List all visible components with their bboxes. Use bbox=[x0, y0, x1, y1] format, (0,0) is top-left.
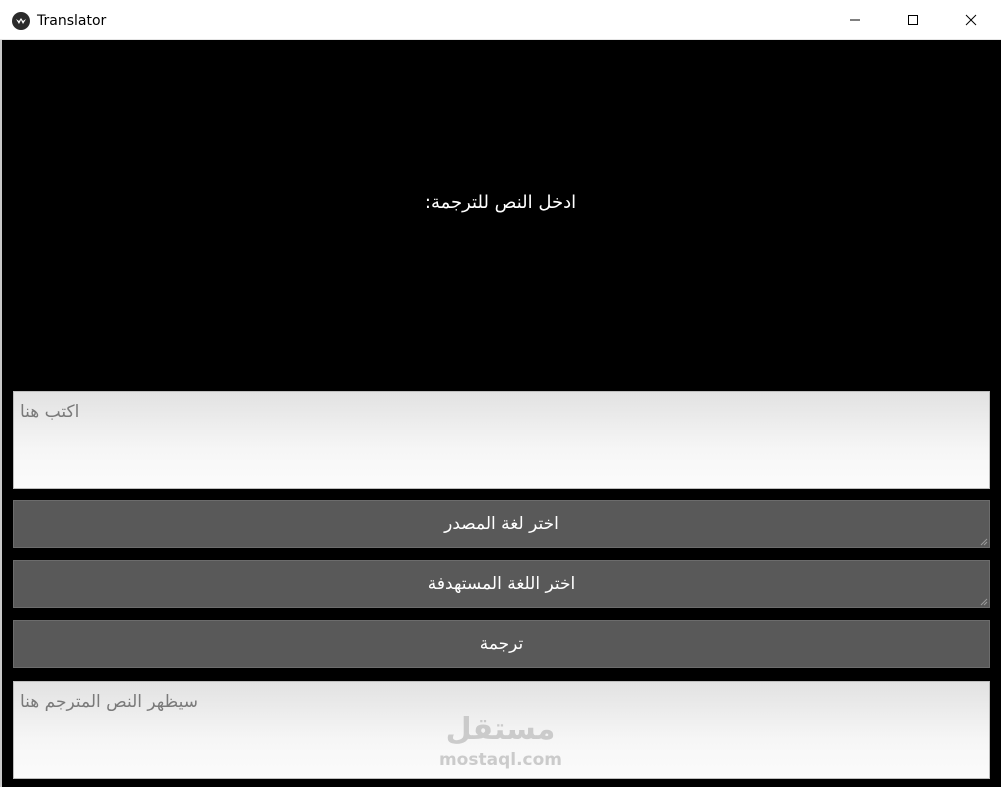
maximize-icon bbox=[908, 15, 918, 25]
target-language-label: اختر اللغة المستهدفة bbox=[427, 574, 576, 594]
output-placeholder: سيظهر النص المترجم هنا bbox=[20, 692, 198, 712]
maximize-button[interactable] bbox=[884, 0, 942, 40]
source-language-label: اختر لغة المصدر bbox=[444, 514, 559, 534]
source-text-input[interactable]: اكتب هنا bbox=[13, 391, 990, 489]
title-bar: Translator bbox=[0, 0, 1001, 40]
minimize-button[interactable] bbox=[826, 0, 884, 40]
window-edge bbox=[0, 40, 2, 787]
window-title: Translator bbox=[37, 13, 107, 29]
translate-button[interactable]: ترجمة bbox=[13, 620, 990, 668]
target-language-button[interactable]: اختر اللغة المستهدفة bbox=[13, 560, 990, 608]
minimize-icon bbox=[850, 19, 860, 21]
close-button[interactable] bbox=[942, 0, 1000, 40]
resize-grip-icon bbox=[980, 538, 988, 546]
close-icon bbox=[965, 14, 977, 26]
prompt-label: ادخل النص للترجمة: bbox=[424, 192, 577, 213]
resize-grip-icon bbox=[980, 598, 988, 606]
input-placeholder: اكتب هنا bbox=[20, 402, 80, 422]
translate-label: ترجمة bbox=[479, 634, 524, 654]
watermark-arabic: مستقل bbox=[445, 712, 556, 747]
source-language-button[interactable]: اختر لغة المصدر bbox=[13, 500, 990, 548]
kivy-logo-icon bbox=[12, 12, 30, 30]
watermark-latin: mostaql.com bbox=[438, 750, 563, 770]
